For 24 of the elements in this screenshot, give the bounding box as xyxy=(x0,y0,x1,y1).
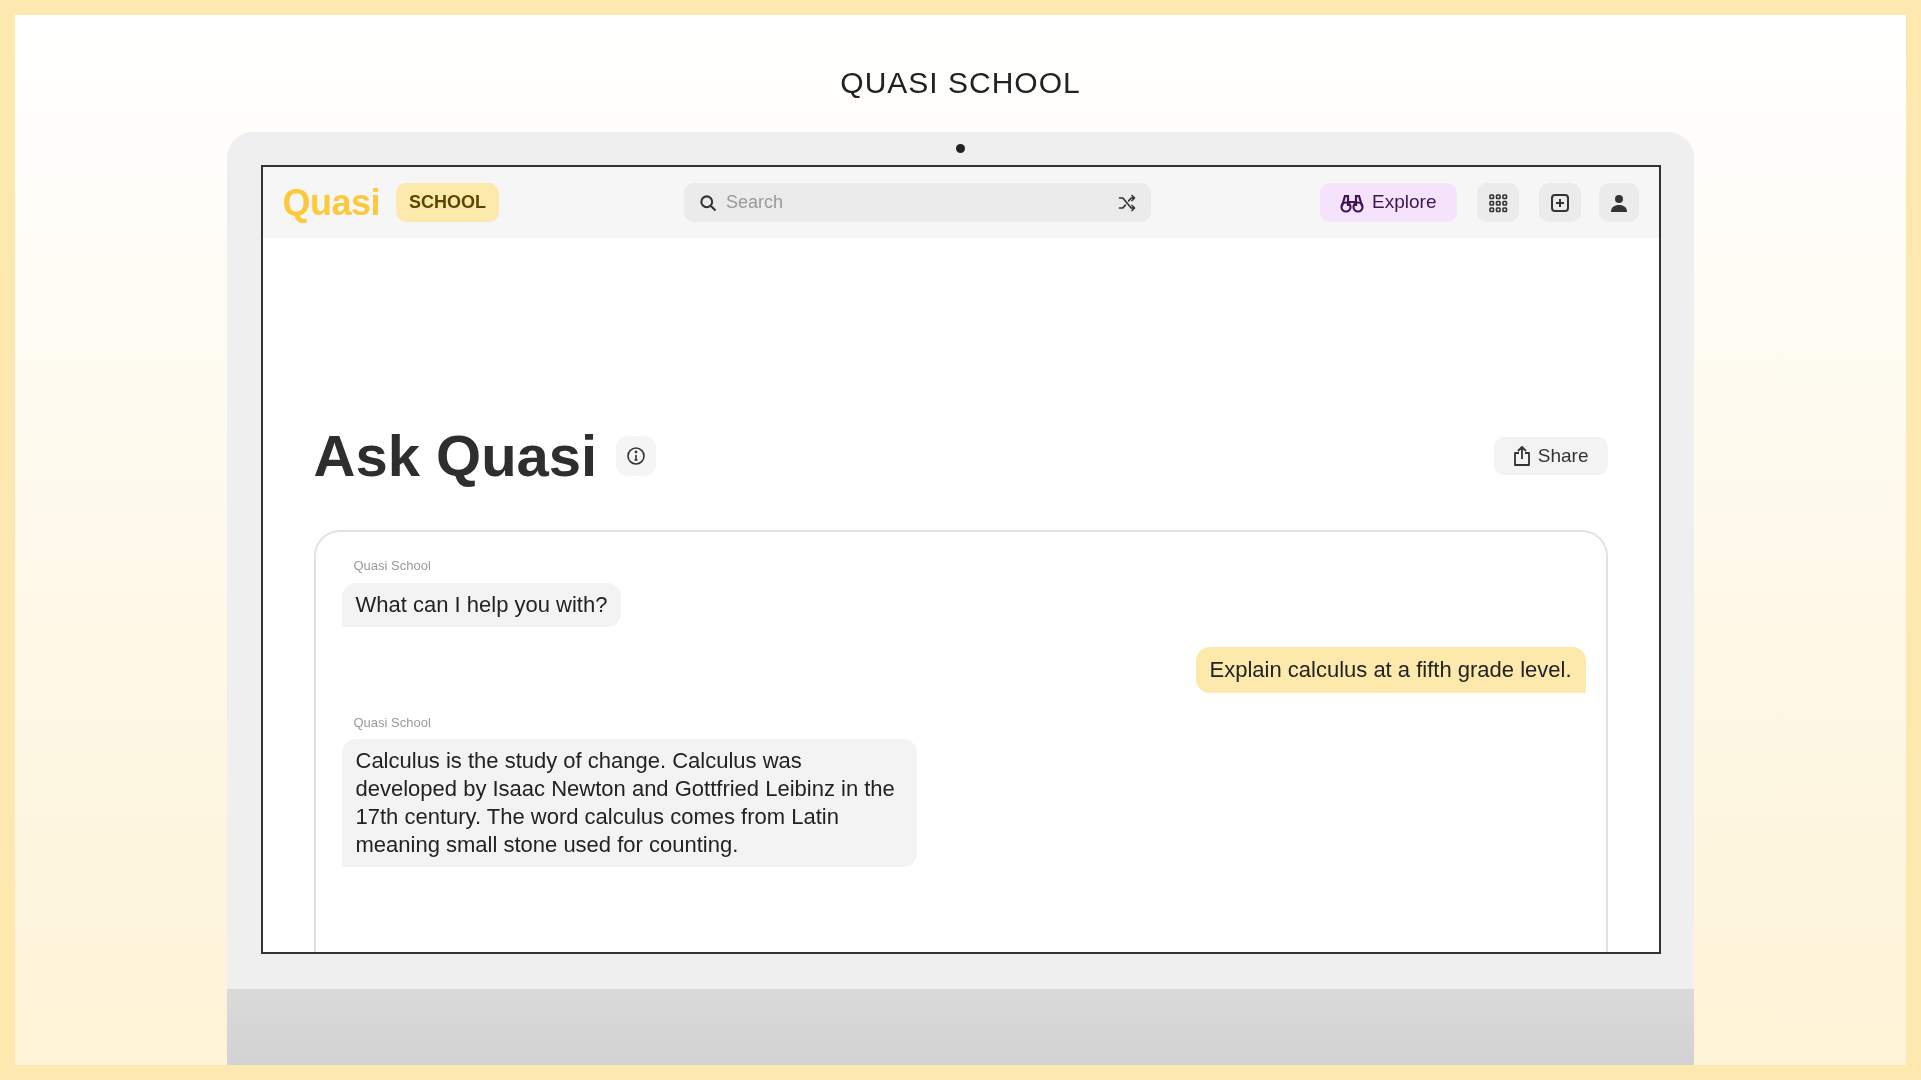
explore-button[interactable]: Explore xyxy=(1320,183,1457,222)
info-button[interactable] xyxy=(616,436,657,476)
profile-button[interactable] xyxy=(1598,183,1639,222)
school-badge: SCHOOL xyxy=(396,183,500,222)
search-input[interactable]: Search xyxy=(726,189,1118,216)
page-title: QUASI SCHOOL xyxy=(840,65,1081,101)
bot-message-bubble: What can I help you with? xyxy=(341,582,622,627)
camera-icon xyxy=(956,144,965,153)
add-button[interactable] xyxy=(1538,183,1581,222)
shuffle-icon[interactable] xyxy=(1117,192,1138,213)
user-message-bubble: Explain calculus at a fifth grade level. xyxy=(1195,646,1586,693)
plus-square-icon xyxy=(1549,192,1570,213)
sender-label: Quasi School xyxy=(353,713,431,732)
search-icon xyxy=(698,192,719,213)
info-icon xyxy=(626,446,647,466)
apps-grid-button[interactable] xyxy=(1476,183,1519,222)
user-icon xyxy=(1609,193,1628,212)
sender-label: Quasi School xyxy=(353,557,431,575)
share-button[interactable]: Share xyxy=(1493,437,1608,475)
page-heading: Ask Quasi xyxy=(313,424,598,488)
bot-message-bubble: Calculus is the study of change. Calculus was developed by Isaac Newton and Gottfried Leibinz in the 17th century. The word calculus comes from Latin meaning small stone used for counting. xyxy=(341,739,917,867)
share-icon xyxy=(1512,446,1531,466)
grid-icon xyxy=(1487,192,1508,213)
search-field[interactable]: Search xyxy=(684,183,1152,222)
